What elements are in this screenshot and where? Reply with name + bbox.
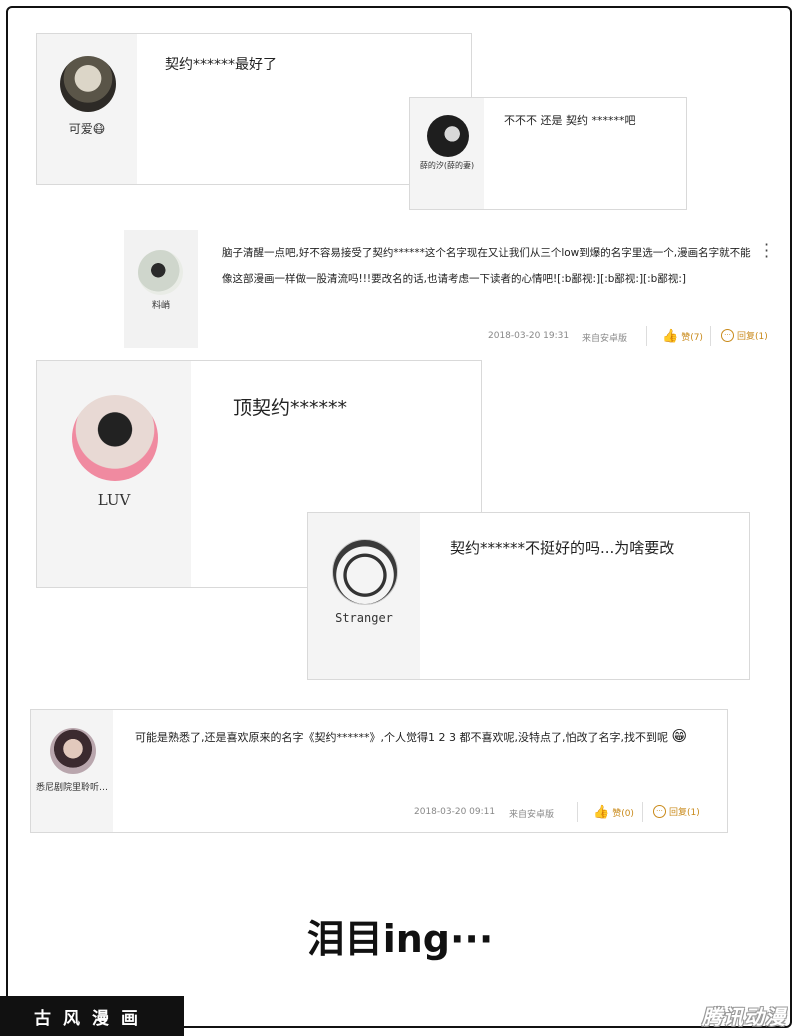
- comment-text: 脑子清醒一点吧,好不容易接受了契约******这个名字现在又让我们从三个low到…: [222, 247, 751, 285]
- thumbs-up-icon: 👍: [662, 329, 679, 344]
- chat-bubble-icon: ···: [721, 329, 734, 342]
- source: 来自安卓版: [582, 334, 628, 344]
- comment-card: 悉尼剧院里聆听… 可能是熟悉了,还是喜欢原来的名字《契约******》,个人觉得…: [30, 709, 728, 833]
- like-button[interactable]: 👍 赞(0): [593, 805, 634, 820]
- username[interactable]: 可爱😷: [37, 120, 137, 137]
- username[interactable]: 悉尼剧院里聆听…: [31, 780, 113, 793]
- avatar[interactable]: [60, 56, 116, 112]
- source: 来自安卓版: [509, 810, 555, 820]
- more-vertical-icon[interactable]: · · ·: [764, 237, 769, 265]
- avatar[interactable]: [138, 250, 183, 295]
- reply-button[interactable]: ··· 回复(1): [653, 805, 700, 818]
- comment-text: 可能是熟悉了,还是喜欢原来的名字《契约******》,个人觉得1 2 3 都不喜…: [135, 724, 695, 750]
- watermark-right: 腾讯动漫: [702, 1005, 786, 1029]
- timestamp: 2018-03-20 19:31: [488, 331, 570, 341]
- comment-text: 顶契约******: [233, 397, 348, 419]
- avatar[interactable]: [332, 539, 398, 605]
- chat-bubble-icon: ···: [653, 805, 666, 818]
- comment-text: 契约******最好了: [165, 57, 277, 73]
- thumbs-up-icon: 👍: [593, 805, 610, 820]
- comment-text: 不不不 还是 契约 ******吧: [504, 114, 636, 127]
- grin-emoji-icon: 😁: [671, 727, 688, 745]
- caption: 泪目ing···: [306, 917, 494, 961]
- avatar[interactable]: [427, 115, 469, 157]
- comment-card: 薛的汐(薛的妻) 不不不 还是 契约 ******吧: [409, 97, 687, 210]
- comment-card: Stranger 契约******不挺好的吗...为啥要改: [307, 512, 750, 680]
- timestamp: 2018-03-20 09:11: [414, 807, 496, 817]
- like-button[interactable]: 👍 赞(7): [662, 329, 703, 344]
- avatar[interactable]: [72, 395, 158, 481]
- comment-card: 可爱😷 契约******最好了: [36, 33, 472, 185]
- avatar[interactable]: [50, 728, 96, 774]
- username[interactable]: Stranger: [308, 611, 420, 625]
- comment-body: 可能是熟悉了,还是喜欢原来的名字《契约******》,个人觉得1 2 3 都不喜…: [135, 731, 668, 744]
- username[interactable]: LUV: [37, 491, 191, 509]
- comment-text: 契约******不挺好的吗...为啥要改: [450, 539, 675, 557]
- watermark-left: 古风漫画: [0, 996, 184, 1036]
- reply-button[interactable]: ··· 回复(1): [721, 329, 768, 342]
- username[interactable]: 薛的汐(薛的妻): [410, 160, 484, 171]
- comment-card: 料峭 脑子清醒一点吧,好不容易接受了契约******这个名字现在又让我们从三个l…: [124, 230, 784, 348]
- username[interactable]: 料峭: [124, 298, 198, 311]
